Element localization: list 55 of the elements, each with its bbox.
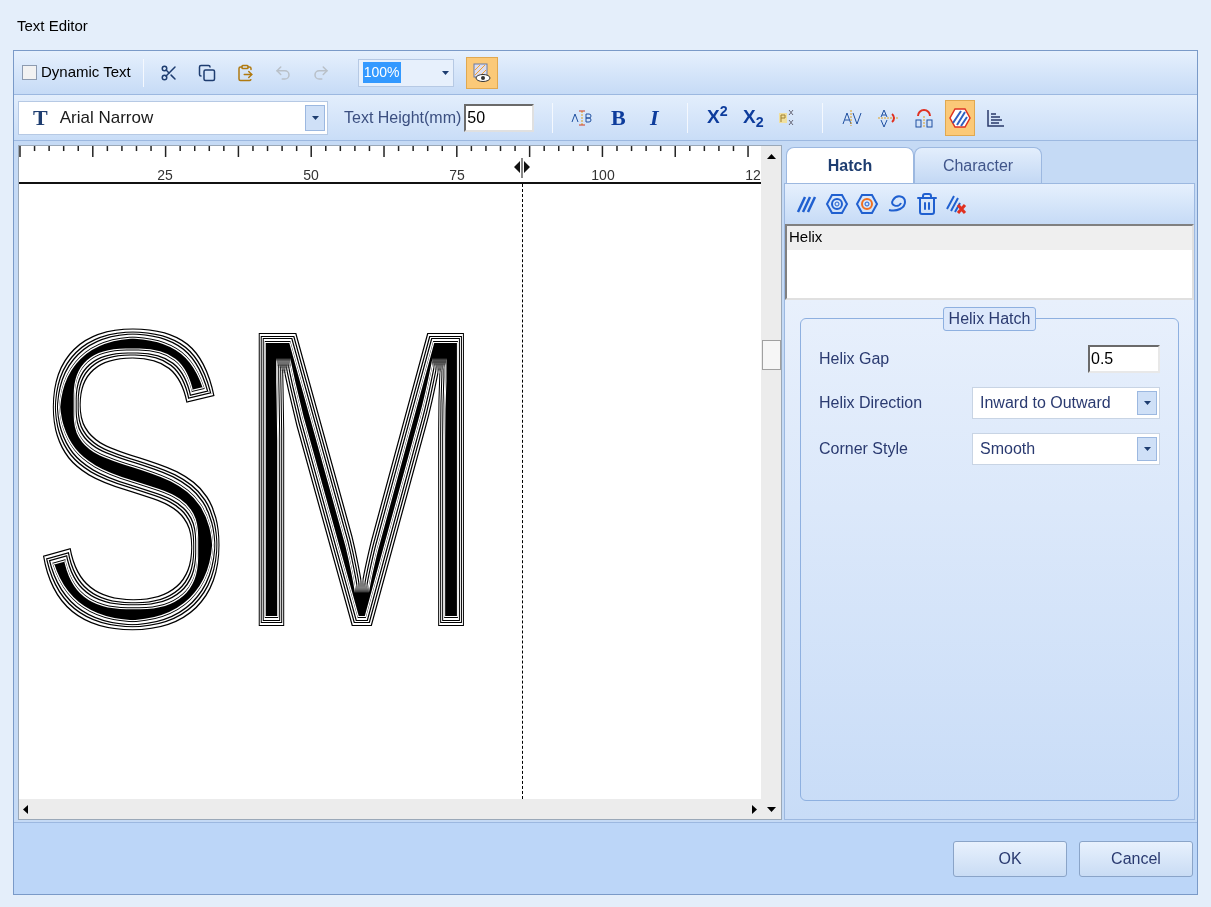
- letter-spacing-icon: [571, 107, 594, 128]
- ruler-label: 12: [745, 168, 761, 182]
- mirror-text-icon: [913, 107, 936, 128]
- helix-gap-field[interactable]: 0.5: [1088, 345, 1160, 373]
- dropdown[interactable]: Smooth: [972, 433, 1160, 465]
- hatch-button[interactable]: [945, 99, 976, 136]
- eye-hatch-icon: [471, 62, 492, 83]
- caret-icon: [311, 115, 319, 120]
- ruler-label: 75: [449, 168, 465, 182]
- horizontal-scrollbar[interactable]: [19, 799, 761, 819]
- subscript-button[interactable]: X$_{2}$: [738, 99, 769, 136]
- ruler-label: 100: [591, 168, 615, 182]
- field-label: Corner Style: [819, 439, 908, 459]
- ruler-label: 25: [157, 168, 173, 182]
- tab[interactable]: Character: [914, 147, 1042, 183]
- font-icon: T: [33, 101, 48, 134]
- ruler-label: 50: [303, 168, 319, 182]
- dropdown[interactable]: Inward to Outward: [972, 387, 1160, 419]
- caret-icon: [441, 70, 449, 75]
- dialog-button[interactable]: OK: [953, 840, 1067, 877]
- trash-icon[interactable]: [915, 192, 939, 216]
- tab[interactable]: Hatch: [786, 147, 914, 183]
- field-label: Helix Gap: [819, 349, 890, 369]
- list-item[interactable]: Helix: [787, 226, 1192, 250]
- vertical-text-icon: [877, 107, 900, 128]
- concentric-hexagon-icon[interactable]: [825, 193, 849, 215]
- redo-icon: [311, 63, 330, 82]
- caret-icon: [1143, 447, 1151, 451]
- scroll-right-icon: [752, 804, 757, 814]
- font-select[interactable]: T Arial Narrow: [18, 100, 328, 135]
- checkbox-label: Dynamic Text: [41, 62, 131, 83]
- italic-button[interactable]: I: [639, 99, 670, 136]
- paste-icon: [235, 63, 254, 82]
- scroll-thumb[interactable]: [761, 340, 781, 370]
- undo-icon: [273, 63, 292, 82]
- scroll-left-icon: [23, 804, 28, 814]
- dialog-button[interactable]: Cancel: [1079, 840, 1193, 877]
- preview-button[interactable]: [465, 56, 498, 89]
- field-label: Helix Direction: [819, 393, 923, 413]
- field-label: Text Height(mm): [344, 107, 462, 128]
- kerning-icon: [841, 107, 864, 128]
- bold-button[interactable]: B: [603, 99, 634, 136]
- window-title: Text Editor: [16, 16, 89, 36]
- group-title: Helix Hatch: [942, 307, 1037, 331]
- text-height-field[interactable]: 50: [464, 103, 535, 132]
- clear-hatch-icon[interactable]: [945, 193, 969, 215]
- offset-hexagon-icon[interactable]: [855, 193, 879, 215]
- copy-icon: [197, 63, 216, 82]
- scissors-icon: [159, 63, 178, 82]
- marker-icon[interactable]: [512, 158, 532, 178]
- superscript-button[interactable]: X$^{2}$: [702, 99, 733, 136]
- caret-icon: [1143, 401, 1151, 405]
- hatch-hexagon-icon: [949, 107, 972, 128]
- checkbox[interactable]: [22, 65, 37, 80]
- vertical-scrollbar[interactable]: [761, 146, 781, 799]
